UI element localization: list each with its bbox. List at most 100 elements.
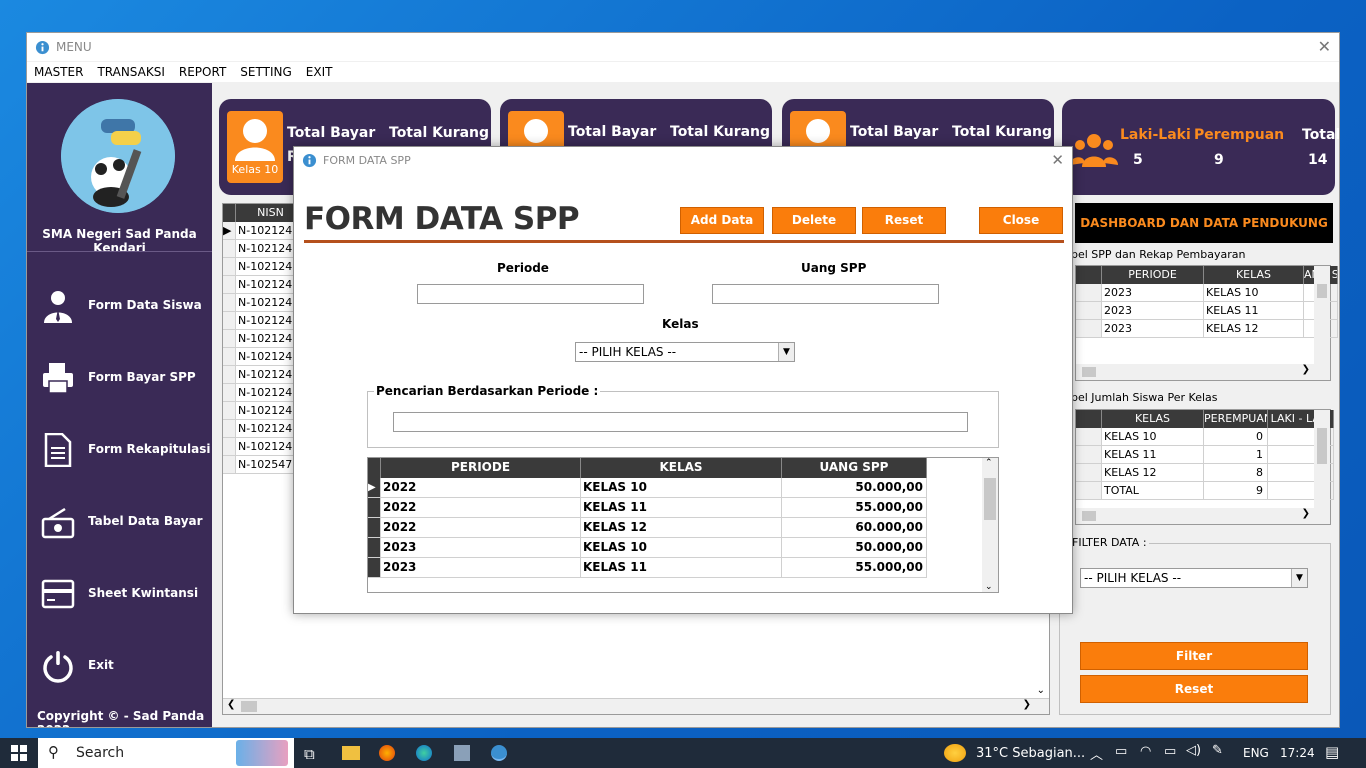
spp-grid-cell[interactable]: KELAS 11 <box>581 498 782 518</box>
row-indicator[interactable] <box>368 518 381 538</box>
task-view-icon[interactable]: ⧉ <box>304 745 320 763</box>
row-indicator[interactable] <box>223 330 236 348</box>
row-indicator[interactable] <box>1076 464 1102 482</box>
siswa-table-cell[interactable]: 0 <box>1204 428 1268 446</box>
siswa-table-cell[interactable]: 8 <box>1204 464 1268 482</box>
edge-icon[interactable] <box>416 745 432 761</box>
chevron-down-icon[interactable]: ▼ <box>778 343 794 361</box>
row-indicator[interactable] <box>1076 284 1102 302</box>
vertical-scrollbar[interactable]: ⌃ ⌄ <box>982 458 998 592</box>
network-icon[interactable]: ◠ <box>1140 744 1151 759</box>
menu-master[interactable]: MASTER <box>27 62 90 79</box>
delete-button[interactable]: Delete <box>772 207 856 234</box>
row-indicator[interactable] <box>223 240 236 258</box>
row-indicator[interactable] <box>223 456 236 474</box>
scroll-right-icon[interactable]: ❯ <box>1023 699 1031 710</box>
spp-grid-cell[interactable]: 2022 <box>381 518 581 538</box>
scroll-right-icon[interactable]: ❯ <box>1302 508 1310 519</box>
volume-icon[interactable]: ◁) <box>1186 743 1201 758</box>
siswa-table-cell[interactable]: KELAS 11 <box>1102 446 1204 464</box>
row-indicator[interactable] <box>223 420 236 438</box>
spp-table-cell[interactable]: KELAS 11 <box>1204 302 1304 320</box>
spp-grid-cell[interactable]: KELAS 10 <box>581 538 782 558</box>
spp-grid-cell[interactable]: KELAS 10 <box>581 478 782 498</box>
kelas-select[interactable]: -- PILIH KELAS -- ▼ <box>575 342 795 362</box>
notification-icon[interactable]: ▤ <box>1325 743 1339 761</box>
row-indicator[interactable] <box>1076 302 1102 320</box>
row-indicator[interactable] <box>223 402 236 420</box>
spp-col-header[interactable]: PERIODE <box>1102 266 1204 284</box>
vertical-scrollbar[interactable] <box>1314 266 1330 380</box>
spp-grid-cell[interactable]: 2023 <box>381 538 581 558</box>
row-indicator[interactable] <box>368 558 381 578</box>
reset-button[interactable]: Reset <box>862 207 946 234</box>
spp-grid-cell[interactable]: 50.000,00 <box>782 478 927 498</box>
spp-grid-col-header[interactable]: PERIODE <box>381 458 581 478</box>
menu-exit[interactable]: EXIT <box>299 62 340 79</box>
scroll-right-icon[interactable]: ❯ <box>1302 364 1310 375</box>
sidebar-item-tabel-data-bayar[interactable]: Tabel Data Bayar <box>41 503 211 543</box>
app-window-icon[interactable] <box>454 745 470 761</box>
row-indicator[interactable] <box>223 348 236 366</box>
windows-start-icon[interactable] <box>11 745 27 761</box>
sidebar-item-sheet-kwintansi[interactable]: Sheet Kwintansi <box>41 575 211 615</box>
row-indicator[interactable] <box>1076 320 1102 338</box>
close-button[interactable]: Close <box>979 207 1063 234</box>
row-indicator[interactable] <box>368 538 381 558</box>
filter-button[interactable]: Filter <box>1080 642 1308 670</box>
sidebar-item-exit[interactable]: Exit <box>41 647 211 687</box>
row-indicator[interactable] <box>1076 428 1102 446</box>
spp-table-cell[interactable]: KELAS 12 <box>1204 320 1304 338</box>
row-indicator[interactable] <box>223 438 236 456</box>
spp-table-cell[interactable]: 2023 <box>1102 302 1204 320</box>
menu-transaksi[interactable]: TRANSAKSI <box>90 62 171 79</box>
row-indicator[interactable] <box>223 312 236 330</box>
siswa-col-header[interactable]: KELAS <box>1102 410 1204 428</box>
language-indicator[interactable]: ENG <box>1243 746 1269 760</box>
sidebar-item-form-data-siswa[interactable]: Form Data Siswa <box>41 287 211 327</box>
sidebar-item-form-bayar-spp[interactable]: Form Bayar SPP <box>41 359 211 399</box>
menu-setting[interactable]: SETTING <box>233 62 298 79</box>
spp-grid-cell[interactable]: 2022 <box>381 478 581 498</box>
close-window-button[interactable]: ✕ <box>1318 37 1331 56</box>
scroll-thumb[interactable] <box>1317 428 1327 464</box>
spp-grid-cell[interactable]: KELAS 12 <box>581 518 782 538</box>
close-dialog-button[interactable]: ✕ <box>1051 151 1064 169</box>
clock-time[interactable]: 17:24 <box>1280 746 1315 760</box>
sidebar-item-form-rekapitulasi[interactable]: Form Rekapitulasi <box>41 431 211 471</box>
add-data-button[interactable]: Add Data <box>680 207 764 234</box>
chevron-up-icon[interactable]: ︿ <box>1090 744 1103 763</box>
spp-data-grid[interactable]: PERIODE KELAS UANG SPP ▶ 2022 KELAS 10 50.000,… <box>367 457 999 593</box>
search-periode-input[interactable] <box>393 412 968 432</box>
spp-grid-cell[interactable]: KELAS 11 <box>581 558 782 578</box>
taskbar-search-box[interactable]: ⚲ Search <box>38 738 294 768</box>
horizontal-scrollbar[interactable]: ❮ ❯ <box>223 698 1049 714</box>
row-indicator[interactable]: ▶ <box>223 222 236 240</box>
pen-icon[interactable]: ✎ <box>1212 743 1223 758</box>
spp-grid-cell[interactable]: 55.000,00 <box>782 498 927 518</box>
menu-report[interactable]: REPORT <box>172 62 233 79</box>
scroll-thumb[interactable] <box>1082 511 1096 521</box>
siswa-table-cell[interactable]: TOTAL <box>1102 482 1204 500</box>
horizontal-scrollbar[interactable]: ❯ <box>1076 508 1330 524</box>
scroll-thumb[interactable] <box>1082 367 1096 377</box>
chevron-down-icon[interactable]: ▼ <box>1291 569 1307 587</box>
spp-col-header[interactable]: KELAS <box>1204 266 1304 284</box>
filter-reset-button[interactable]: Reset <box>1080 675 1308 703</box>
row-indicator[interactable] <box>368 498 381 518</box>
spp-grid-cell[interactable]: 2022 <box>381 498 581 518</box>
siswa-table-cell[interactable]: KELAS 10 <box>1102 428 1204 446</box>
spp-grid-col-header[interactable]: KELAS <box>581 458 782 478</box>
scroll-thumb[interactable] <box>1317 284 1327 298</box>
battery-icon[interactable]: ▭ <box>1164 744 1176 759</box>
spp-grid-col-header[interactable]: UANG SPP <box>782 458 927 478</box>
spp-grid-cell[interactable]: 55.000,00 <box>782 558 927 578</box>
uang-spp-input[interactable] <box>712 284 939 304</box>
vertical-scrollbar[interactable] <box>1314 410 1330 524</box>
spp-grid-cell[interactable]: 2023 <box>381 558 581 578</box>
siswa-table-cell[interactable]: 9 <box>1204 482 1268 500</box>
siswa-table-cell[interactable]: KELAS 12 <box>1102 464 1204 482</box>
row-indicator[interactable] <box>1076 446 1102 464</box>
spp-table-cell[interactable]: 2023 <box>1102 320 1204 338</box>
row-indicator[interactable] <box>223 294 236 312</box>
